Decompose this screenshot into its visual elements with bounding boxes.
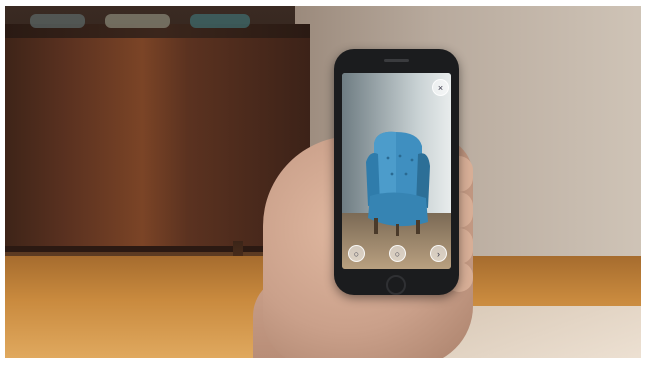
decor-object: [30, 14, 85, 28]
decor-object: [105, 14, 170, 28]
close-button[interactable]: ×: [432, 79, 449, 96]
home-button[interactable]: [386, 275, 406, 295]
center-button[interactable]: ○: [389, 245, 406, 262]
phone-speaker: [384, 59, 409, 62]
decor-object: [190, 14, 250, 28]
info-icon: ○: [394, 248, 401, 259]
camera-icon: ○: [353, 248, 360, 259]
more-icon: ›: [437, 248, 440, 259]
ar-app-screen: × ○ ○ ›: [342, 73, 451, 269]
armchair-icon: [366, 131, 430, 236]
right-button[interactable]: ›: [430, 245, 447, 262]
photo-frame: × ○ ○ ›: [5, 6, 641, 358]
close-icon: ×: [437, 82, 444, 93]
left-button[interactable]: ○: [348, 245, 365, 262]
smartphone: × ○ ○ ›: [334, 49, 459, 295]
